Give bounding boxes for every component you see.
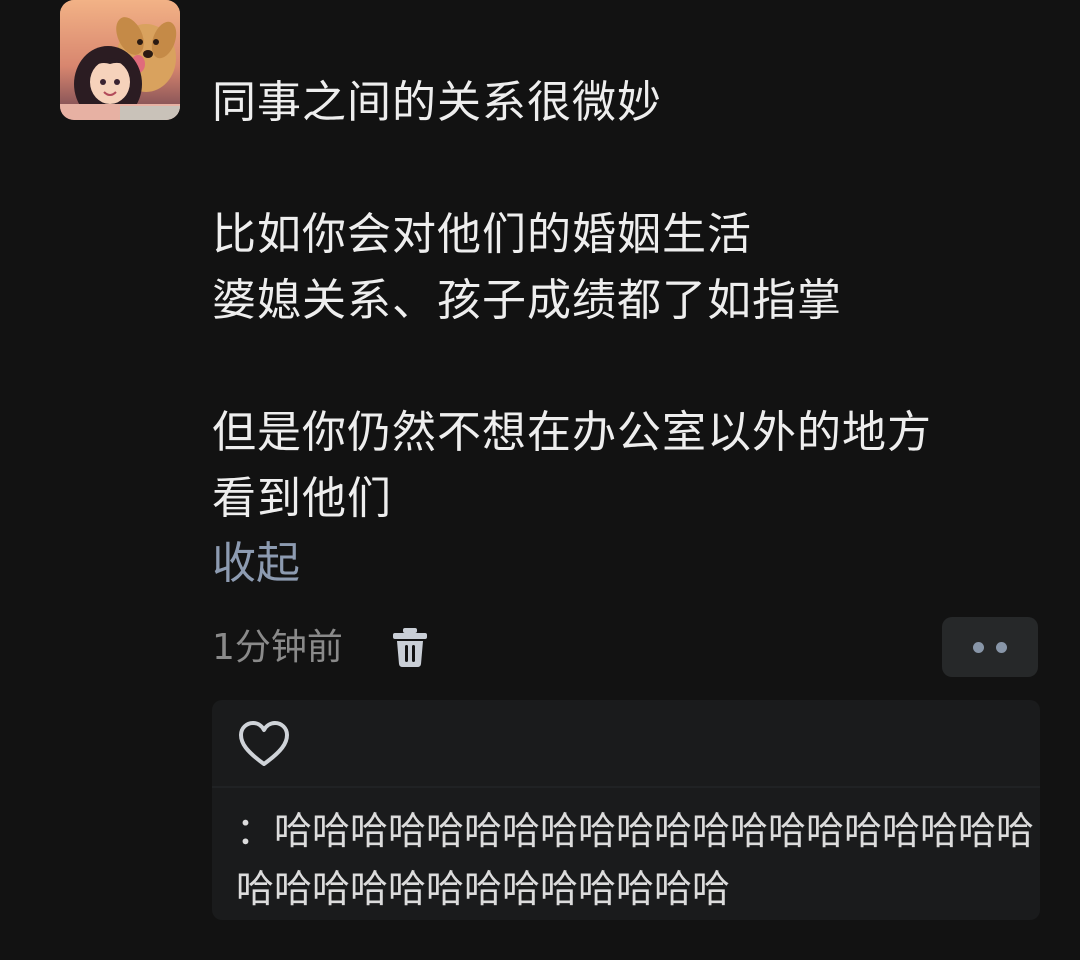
post-body-text: 同事之间的关系很微妙 比如你会对他们的婚姻生活 婆媳关系、孩子成绩都了如指掌 但…	[212, 77, 932, 524]
heart-outline-icon	[239, 721, 289, 766]
post-timestamp: 1分钟前	[212, 627, 343, 668]
reply-text: ：哈哈哈哈哈哈哈哈哈哈哈哈哈哈哈哈哈哈哈哈哈哈哈哈哈哈哈哈哈哈哈哈哈	[236, 809, 1035, 911]
reply-section: ：哈哈哈哈哈哈哈哈哈哈哈哈哈哈哈哈哈哈哈哈哈哈哈哈哈哈哈哈哈哈哈哈哈	[212, 700, 1040, 920]
like-button[interactable]	[236, 718, 292, 770]
collapse-link[interactable]: 收起	[212, 531, 300, 597]
delete-button[interactable]	[390, 626, 430, 668]
more-options-button[interactable]	[942, 617, 1038, 677]
divider	[212, 786, 1040, 788]
dot	[996, 642, 1007, 653]
avatar[interactable]	[60, 0, 180, 120]
dot	[973, 642, 984, 653]
trash-icon	[393, 628, 427, 667]
